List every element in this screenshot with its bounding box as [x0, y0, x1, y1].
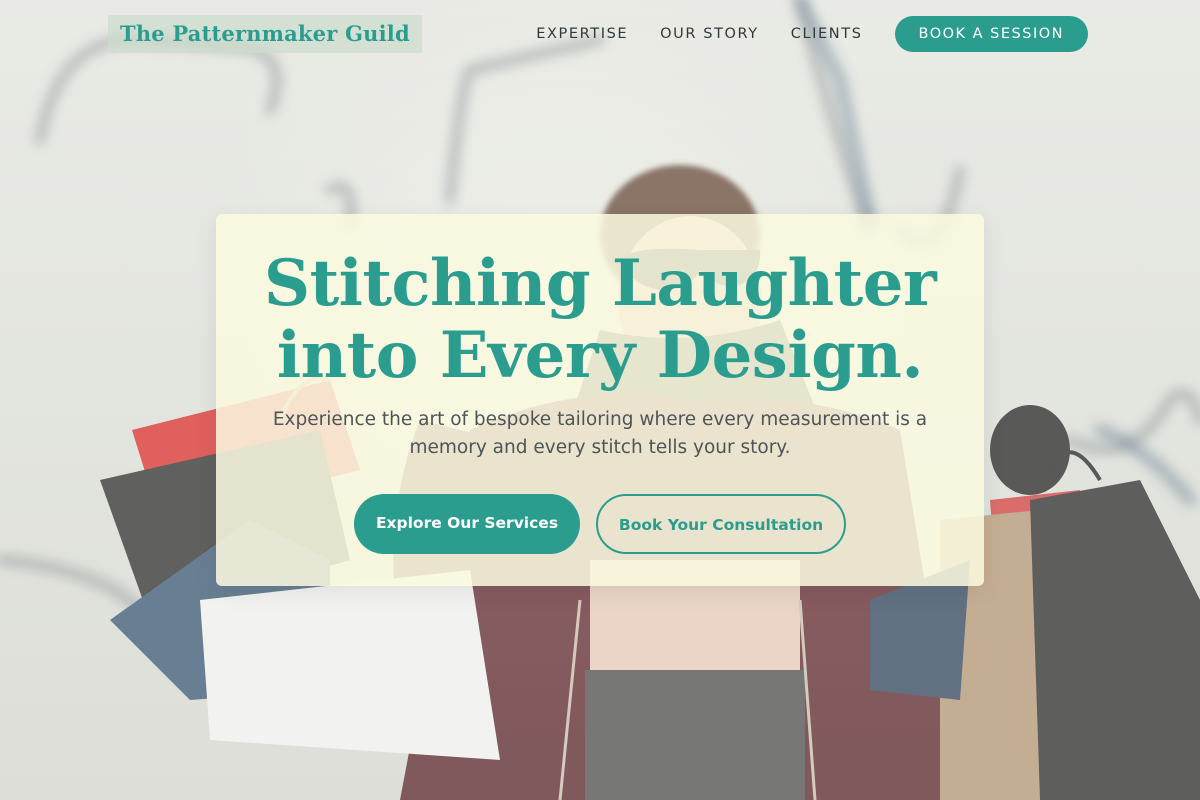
- book-consultation-button[interactable]: Book Your Consultation: [596, 494, 846, 554]
- top-navigation: The Patternmaker Guild EXPERTISE OUR STO…: [108, 14, 1088, 54]
- hero-subtitle-line-2: memory and every stitch tells your story…: [409, 437, 791, 458]
- hero-actions: Explore Our Services Book Your Consultat…: [216, 494, 984, 554]
- hero-card: Stitching Laughter into Every Design. Ex…: [216, 214, 984, 586]
- explore-services-button[interactable]: Explore Our Services: [354, 494, 580, 554]
- nav-link-expertise[interactable]: EXPERTISE: [536, 26, 628, 42]
- hero-title-line-1: Stitching Laughter: [263, 246, 937, 321]
- hero-title-line-2: into Every Design.: [276, 318, 924, 393]
- site-logo[interactable]: The Patternmaker Guild: [108, 15, 422, 53]
- book-session-button[interactable]: BOOK A SESSION: [894, 16, 1088, 52]
- hero-title: Stitching Laughter into Every Design.: [216, 214, 984, 392]
- nav-links: EXPERTISE OUR STORY CLIENTS BOOK A SESSI…: [504, 16, 1088, 52]
- nav-link-clients[interactable]: CLIENTS: [791, 26, 863, 42]
- nav-link-our-story[interactable]: OUR STORY: [660, 26, 759, 42]
- hero-subtitle: Experience the art of bespoke tailoring …: [260, 406, 940, 462]
- hero-subtitle-line-1: Experience the art of bespoke tailoring …: [272, 409, 928, 430]
- landing-page: The Patternmaker Guild EXPERTISE OUR STO…: [0, 0, 1200, 800]
